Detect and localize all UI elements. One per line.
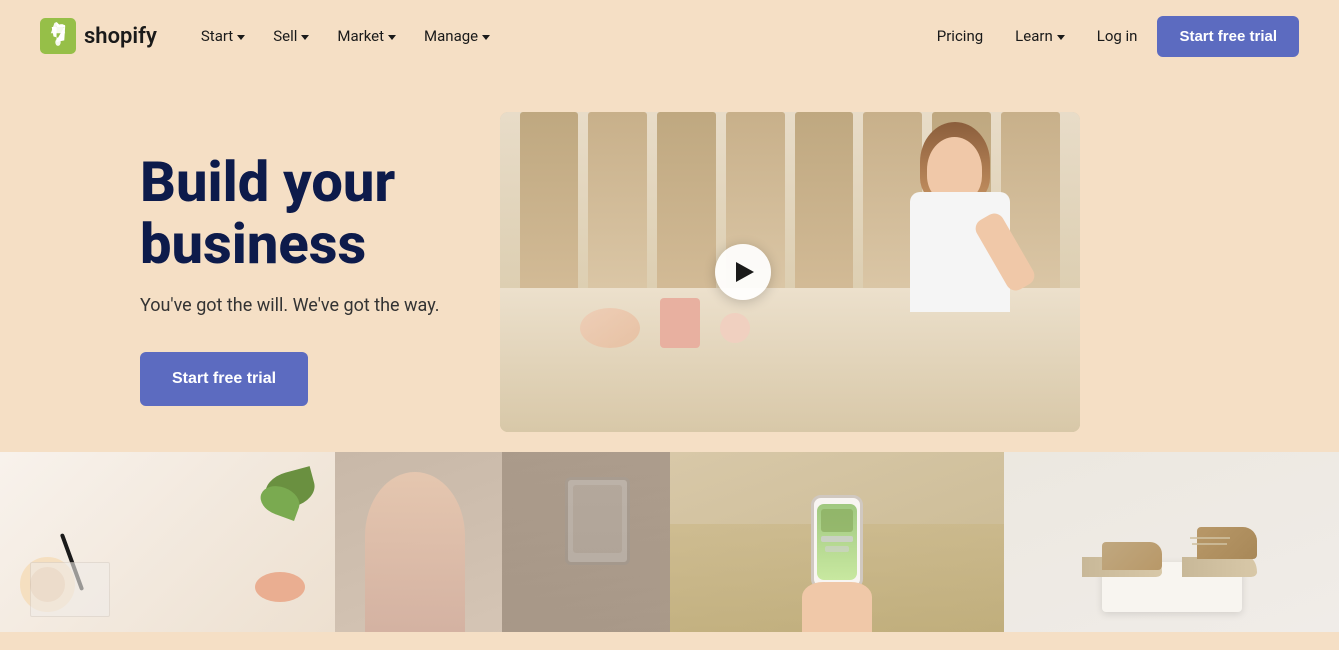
person-torso: [365, 472, 465, 632]
thumbnail-strip: [0, 432, 1339, 632]
shoe-sole-2: [1182, 557, 1257, 577]
hero-section: Build your business You've got the will.…: [0, 72, 1339, 432]
nav-label-market: Market: [337, 27, 384, 45]
craft-item-3: [720, 313, 750, 343]
nav-cta-button[interactable]: Start free trial: [1157, 16, 1299, 57]
nav-label-pricing: Pricing: [937, 27, 983, 45]
video-play-button[interactable]: [715, 244, 771, 300]
hero-subtitle: You've got the will. We've got the way.: [140, 295, 440, 316]
nav-links-left: Start Sell Market Manage: [189, 19, 925, 53]
hero-video-area: [500, 112, 1080, 432]
nav-label-sell: Sell: [273, 27, 297, 45]
phone: [811, 495, 863, 589]
hero-content: Build your business You've got the will.…: [140, 112, 440, 406]
nav-label-manage: Manage: [424, 27, 478, 45]
flower: [255, 572, 305, 602]
hero-cta-button[interactable]: Start free trial: [140, 352, 308, 406]
product-image: [821, 509, 853, 532]
chevron-down-icon: [301, 35, 309, 40]
chevron-down-icon: [388, 35, 396, 40]
nav-item-learn[interactable]: Learn: [1003, 19, 1077, 53]
clothing-rack: [502, 452, 669, 632]
nav-label-start: Start: [201, 27, 233, 45]
nav-item-manage[interactable]: Manage: [412, 19, 502, 53]
lace: [1190, 537, 1230, 539]
play-icon: [736, 262, 754, 282]
text-line: [821, 536, 853, 542]
slat: [520, 112, 579, 304]
nav-item-login[interactable]: Log in: [1085, 19, 1150, 53]
hero-title: Build your business: [140, 152, 440, 275]
slat: [588, 112, 647, 304]
thumbnail-craft: [0, 452, 335, 632]
craft-item-1: [580, 308, 640, 348]
thumbnail-shoes: [1004, 452, 1339, 632]
logo-text: shopify: [84, 24, 157, 49]
nav-item-sell[interactable]: Sell: [261, 19, 321, 53]
lace: [1192, 543, 1227, 545]
thumbnail-mobile: [670, 452, 1005, 632]
text-line: [825, 546, 849, 552]
video-bg: [500, 112, 1080, 432]
nav-label-learn: Learn: [1015, 27, 1053, 45]
craft-item-2: [660, 298, 700, 348]
video-thumbnail: [500, 112, 1080, 432]
woman-figure: [820, 112, 1020, 320]
shoe-1: [1082, 542, 1162, 577]
navbar: shopify Start Sell Market Manage Pricing…: [0, 0, 1339, 72]
nav-item-start[interactable]: Start: [189, 19, 257, 53]
hand: [802, 582, 872, 632]
slat: [657, 112, 716, 304]
chevron-down-icon: [482, 35, 490, 40]
hero-title-line2: business: [140, 211, 366, 277]
nav-item-pricing[interactable]: Pricing: [925, 19, 995, 53]
nav-links-right: Pricing Learn Log in Start free trial: [925, 16, 1299, 57]
shoe-upper: [1102, 542, 1162, 570]
chevron-down-icon: [237, 35, 245, 40]
nav-label-login: Log in: [1097, 27, 1138, 45]
phone-screen: [817, 504, 857, 580]
thumbnail-clothing: [335, 452, 670, 632]
logo-link[interactable]: shopify: [40, 18, 157, 54]
notebook: [30, 562, 110, 617]
hero-title-line1: Build your: [140, 149, 395, 215]
chevron-down-icon: [1057, 35, 1065, 40]
shoe-2: [1182, 527, 1257, 577]
shopify-logo-icon: [40, 18, 76, 54]
nav-item-market[interactable]: Market: [325, 19, 408, 53]
